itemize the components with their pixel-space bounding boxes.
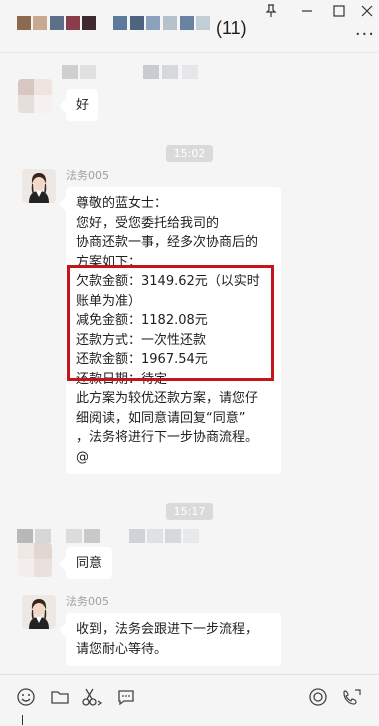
live-icon[interactable] [306, 687, 330, 711]
name-mosaic [17, 16, 31, 30]
message-text: 同意 [76, 556, 103, 571]
name-mosaic [66, 529, 82, 543]
pin-icon[interactable] [262, 4, 280, 22]
message-line: ，法务将进行下一步协商流程。 [76, 430, 259, 445]
name-mosaic [162, 65, 178, 79]
name-mosaic [66, 16, 80, 30]
message-line: 细阅读，如同意请回复“同意” [76, 410, 246, 426]
maximize-icon[interactable] [330, 4, 348, 22]
unread-count: (11) [216, 18, 247, 38]
emoji-icon[interactable] [14, 687, 38, 711]
message-line: 尊敬的蓝女士： [76, 196, 168, 211]
message-bubble: 好 [66, 89, 98, 121]
redaction-patch [234, 213, 268, 233]
name-mosaic [80, 65, 96, 79]
message-bubble: 同意 [66, 547, 112, 579]
name-mosaic [163, 16, 177, 30]
user-avatar[interactable] [18, 79, 52, 113]
name-mosaic [146, 16, 160, 30]
message-text: 好 [76, 98, 90, 113]
close-icon[interactable] [358, 4, 376, 22]
more-icon[interactable]: ··· [355, 24, 375, 45]
name-mosaic [143, 65, 159, 79]
input-toolbar [0, 674, 379, 726]
name-mosaic [180, 16, 194, 30]
scissors-icon[interactable] [80, 687, 104, 711]
message-line: 收到，法务会跟进下一步流程， [76, 622, 259, 637]
name-mosaic [33, 16, 47, 30]
minimize-icon[interactable] [298, 4, 316, 22]
name-mosaic [129, 529, 145, 543]
highlight-box [67, 265, 274, 381]
chat-area: 好 15:02 法务005 尊敬的蓝女士： 您好，受您委托给我司的 协商还款一事… [0, 53, 379, 673]
user-avatar[interactable] [18, 543, 52, 577]
name-mosaic [113, 16, 127, 30]
name-mosaic [50, 16, 64, 30]
name-mosaic [182, 65, 198, 79]
name-mosaic [62, 65, 78, 79]
name-mosaic [147, 529, 163, 543]
name-mosaic [82, 16, 96, 30]
name-mosaic [165, 529, 181, 543]
name-mosaic [130, 16, 144, 30]
name-mosaic [196, 16, 210, 30]
message-line: @ [76, 449, 89, 465]
text-input-caret[interactable] [22, 715, 23, 725]
sender-name: 法务005 [66, 595, 109, 608]
sender-name: 法务005 [66, 169, 109, 182]
message-line: 此方案为较优还款方案，请您仔 [76, 391, 259, 406]
name-mosaic [183, 529, 199, 543]
folder-icon[interactable] [48, 687, 72, 711]
title-bar: (11) ··· [0, 0, 379, 53]
sender-avatar[interactable] [22, 595, 56, 629]
chat-icon[interactable] [114, 687, 138, 711]
name-mosaic [17, 529, 33, 543]
name-mosaic [35, 529, 51, 543]
timestamp: 15:02 [0, 142, 379, 162]
message-line: 请您耐心等待。 [76, 641, 168, 657]
message-bubble: 收到，法务会跟进下一步流程， 请您耐心等待。 [66, 613, 281, 666]
sender-avatar[interactable] [22, 169, 56, 203]
timestamp: 15:17 [0, 500, 379, 520]
name-mosaic [84, 529, 100, 543]
video-call-icon[interactable] [340, 687, 364, 711]
message-line: 协商还款一事，经多次协商后的 [76, 235, 259, 250]
